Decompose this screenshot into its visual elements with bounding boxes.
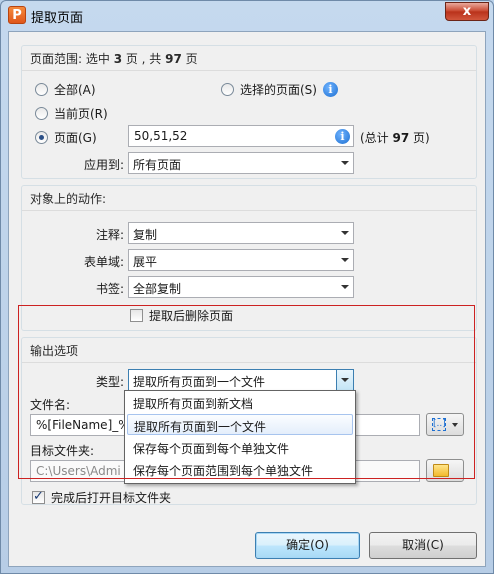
- radio-selected-pages-label: 选择的页面(S): [240, 83, 317, 97]
- radio-pages[interactable]: 页面(G): [35, 129, 97, 146]
- checkbox-indicator-checked: [32, 489, 45, 504]
- pages-input[interactable]: 50,51,52 i: [128, 125, 354, 147]
- bookmark-label: 书签:: [95, 282, 124, 296]
- radio-indicator-checked: [35, 131, 48, 144]
- apply-to-label: 应用到:: [83, 158, 124, 172]
- annotation-select[interactable]: 复制: [128, 222, 354, 244]
- info-icon[interactable]: i: [322, 82, 338, 97]
- radio-selected-pages[interactable]: 选择的页面(S) i: [221, 81, 338, 98]
- title-bar: P 提取页面 x: [1, 1, 493, 31]
- form-field-select[interactable]: 展平: [128, 249, 354, 271]
- pages-total: (总计 97 页): [360, 131, 430, 145]
- radio-all-label: 全部(A): [54, 83, 96, 97]
- pages-input-value: 50,51,52: [134, 129, 188, 143]
- ok-button[interactable]: 确定(O): [255, 532, 360, 559]
- form-field-label: 表单域:: [83, 255, 124, 269]
- object-actions-title: 对象上的动作:: [30, 192, 107, 206]
- apply-to-select[interactable]: 所有页面: [128, 152, 354, 174]
- radio-indicator: [35, 107, 48, 120]
- bookmark-select[interactable]: 全部复制: [128, 276, 354, 298]
- chevron-down-icon: [341, 258, 349, 262]
- chevron-down-icon: [341, 285, 349, 289]
- radio-pages-label: 页面(G): [54, 131, 97, 145]
- output-highlight-frame: [18, 305, 475, 479]
- form-field-value: 展平: [133, 255, 158, 269]
- page-range-title: 页面范围: 选中 3 页 , 共 97 页: [30, 52, 198, 66]
- app-logo-icon: P: [8, 6, 26, 24]
- radio-current-page[interactable]: 当前页(R): [35, 105, 108, 122]
- apply-to-value: 所有页面: [133, 158, 182, 172]
- dialog-body: 页面范围: 选中 3 页 , 共 97 页 全部(A) 选择的页面(S) i 当…: [8, 31, 486, 567]
- annotation-label: 注释:: [95, 228, 124, 242]
- cancel-button[interactable]: 取消(C): [369, 532, 477, 559]
- open-folder-label: 完成后打开目标文件夹: [51, 491, 172, 505]
- page-range-group: 页面范围: 选中 3 页 , 共 97 页 全部(A) 选择的页面(S) i 当…: [21, 45, 477, 179]
- close-button[interactable]: x: [445, 2, 489, 21]
- radio-indicator: [221, 83, 234, 96]
- extract-pages-dialog: P 提取页面 x 页面范围: 选中 3 页 , 共 97 页 全部(A) 选择的…: [0, 0, 494, 574]
- radio-current-page-label: 当前页(R): [54, 107, 108, 121]
- annotation-value: 复制: [133, 228, 158, 242]
- radio-all[interactable]: 全部(A): [35, 81, 96, 98]
- radio-indicator: [35, 83, 48, 96]
- divider: [22, 210, 476, 211]
- chevron-down-icon: [341, 161, 349, 165]
- bookmark-value: 全部复制: [133, 282, 182, 296]
- info-icon[interactable]: i: [335, 129, 350, 144]
- chevron-down-icon: [341, 231, 349, 235]
- open-folder-checkbox[interactable]: 完成后打开目标文件夹: [32, 489, 171, 506]
- divider: [22, 70, 476, 71]
- window-title: 提取页面: [31, 11, 84, 26]
